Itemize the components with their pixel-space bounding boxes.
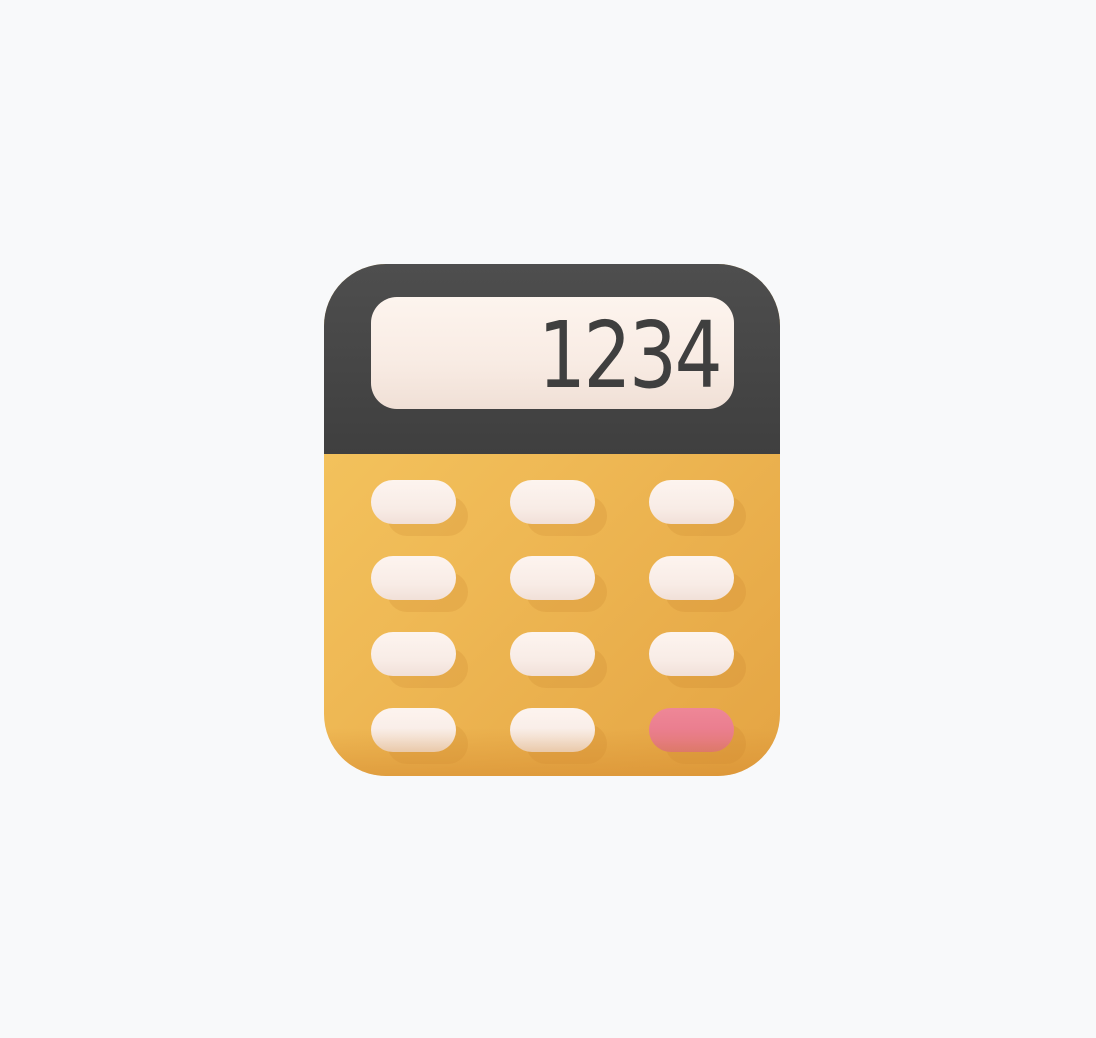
key-2[interactable] bbox=[510, 480, 595, 524]
calculator-header: 1234 bbox=[324, 264, 780, 454]
calculator-display: 1234 bbox=[371, 297, 734, 409]
calculator-icon: 1234 bbox=[324, 264, 780, 776]
key-8[interactable] bbox=[510, 632, 595, 676]
canvas: 1234 bbox=[0, 0, 1096, 1038]
key-9[interactable] bbox=[649, 632, 734, 676]
key-1[interactable] bbox=[371, 480, 456, 524]
key-12[interactable] bbox=[649, 708, 734, 752]
key-4[interactable] bbox=[371, 556, 456, 600]
key-5[interactable] bbox=[510, 556, 595, 600]
key-7[interactable] bbox=[371, 632, 456, 676]
key-3[interactable] bbox=[649, 480, 734, 524]
key-11[interactable] bbox=[510, 708, 595, 752]
key-10[interactable] bbox=[371, 708, 456, 752]
key-6[interactable] bbox=[649, 556, 734, 600]
display-value: 1234 bbox=[537, 302, 723, 409]
keypad bbox=[324, 454, 780, 776]
